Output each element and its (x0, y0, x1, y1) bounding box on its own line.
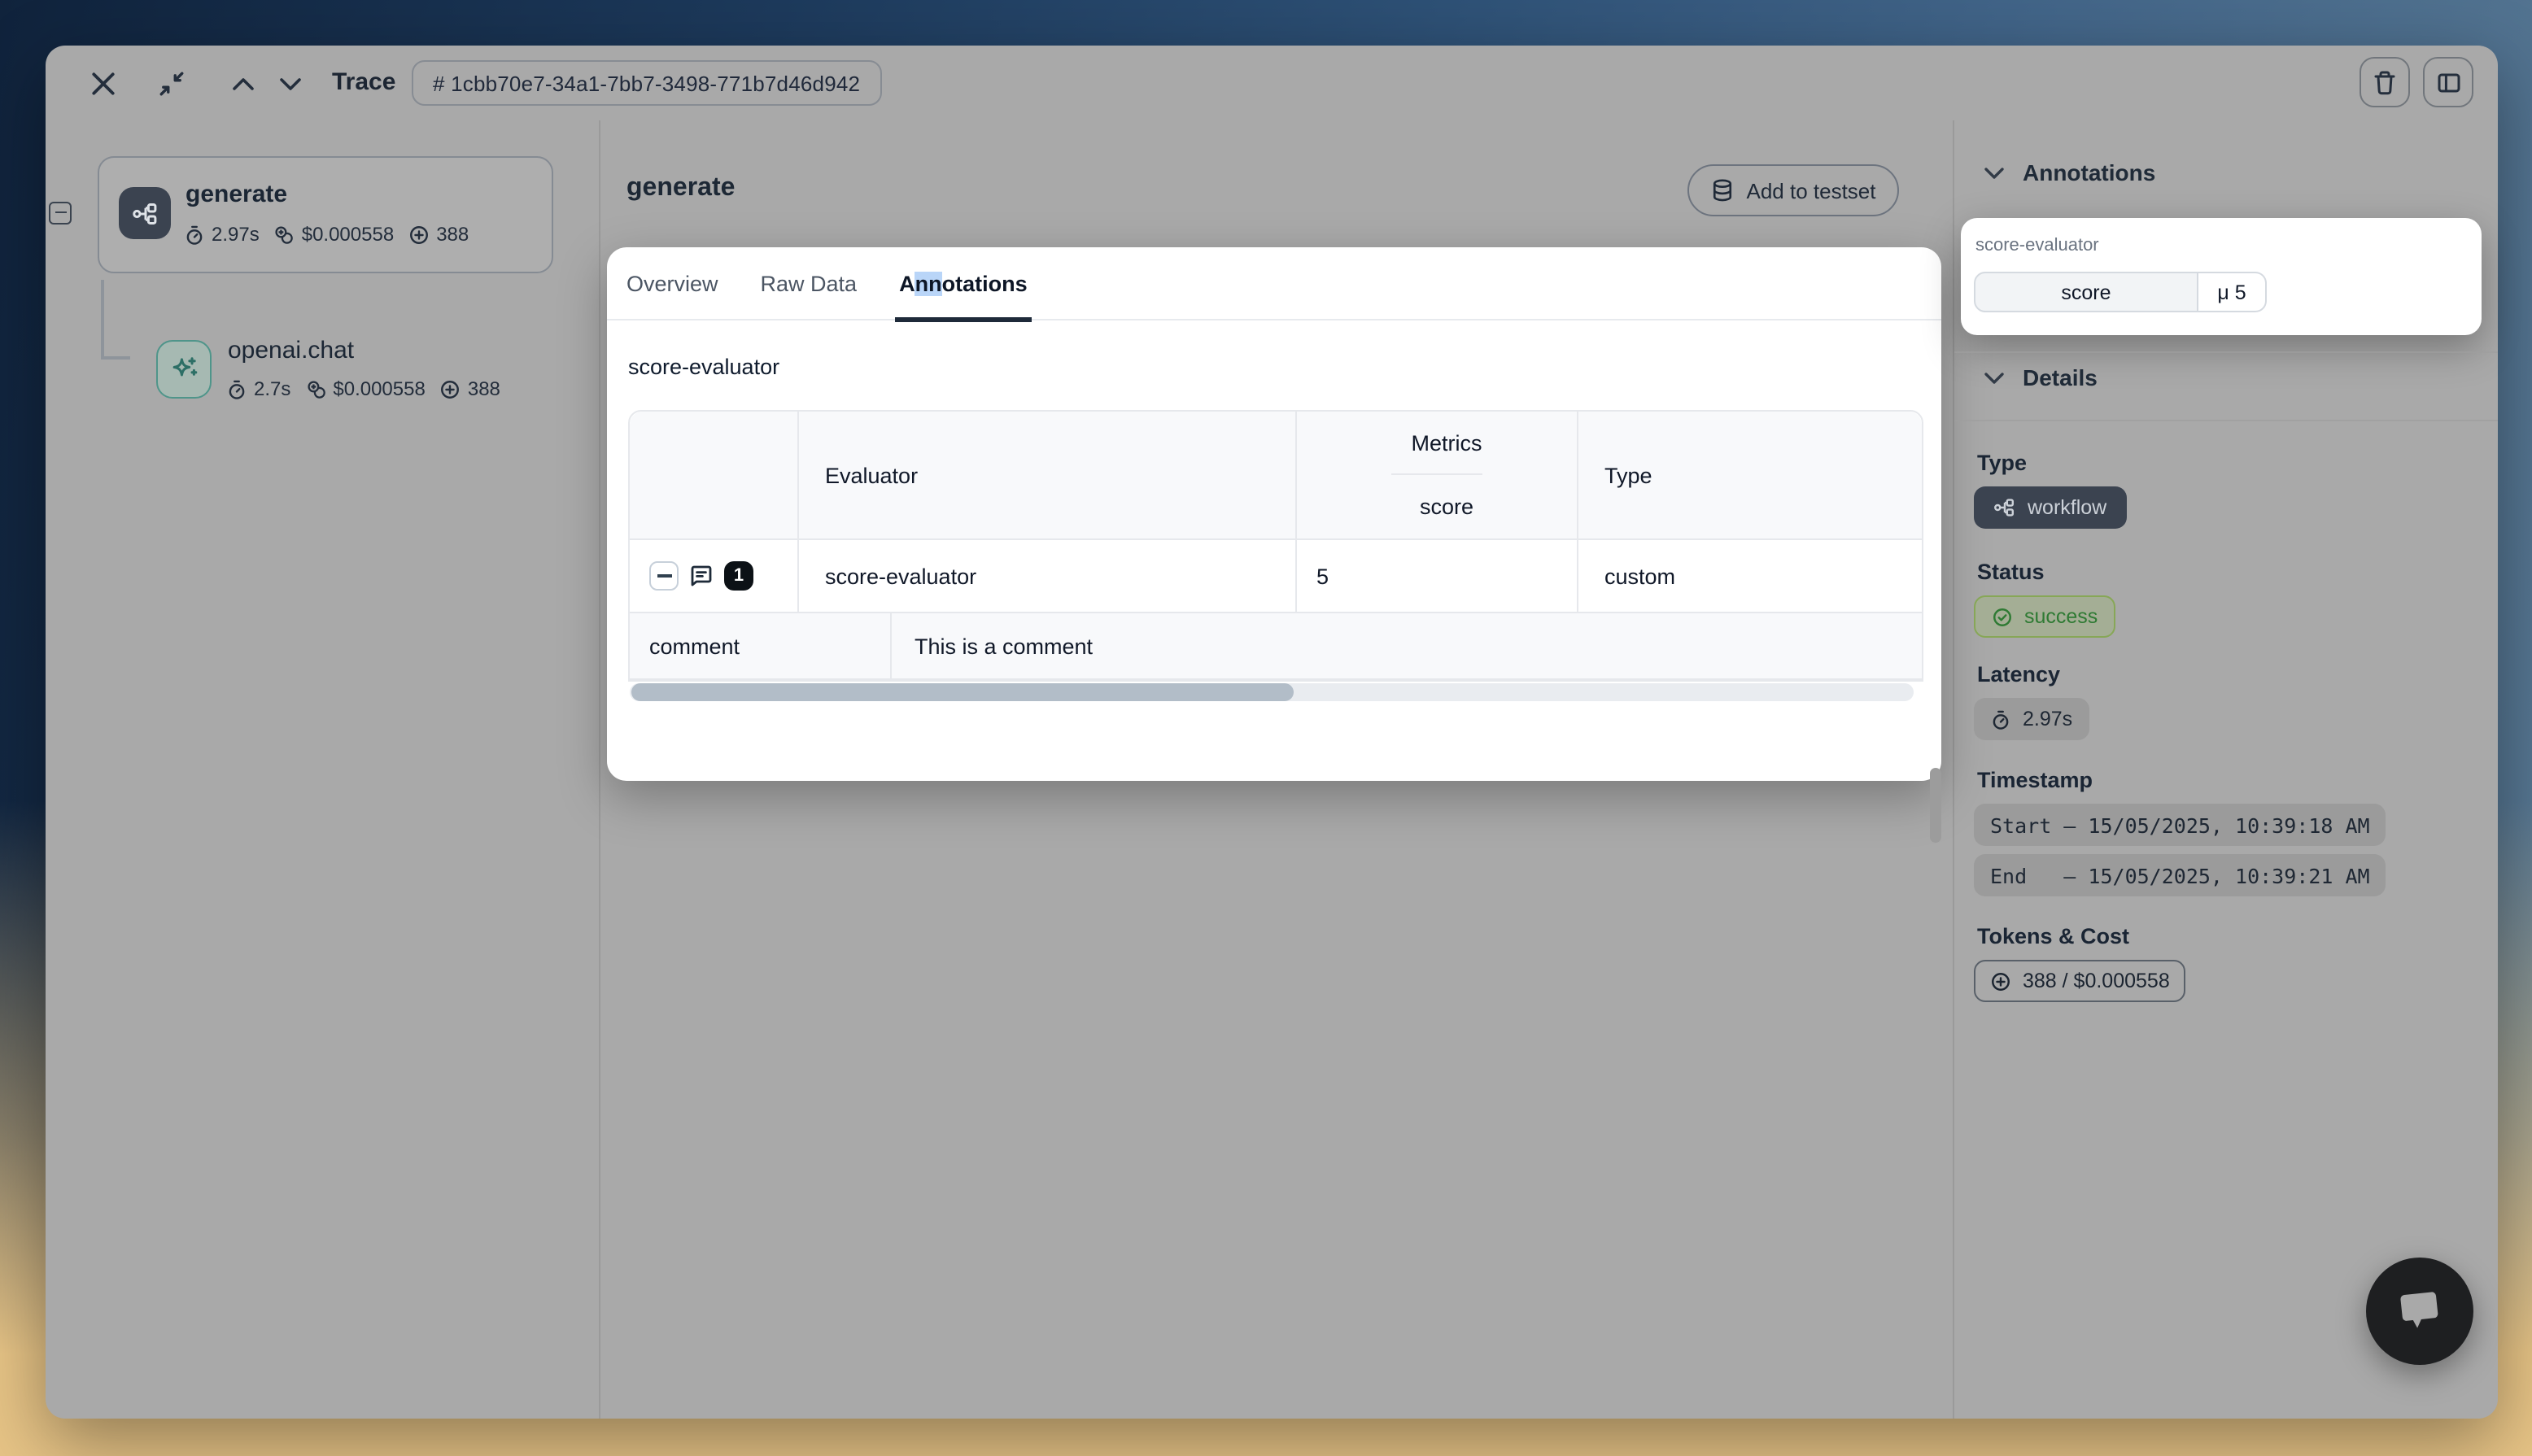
annotation-card-popover: score-evaluator score μ 5 (1961, 218, 2482, 335)
add-to-testset-button[interactable]: Add to testset (1687, 164, 1899, 216)
tokens-plus-circle-icon (1990, 970, 2011, 992)
stopwatch-icon (1990, 708, 2011, 730)
metric-name[interactable]: score (1974, 272, 2198, 312)
table-header-row: Evaluator Metrics score Type (630, 412, 1922, 538)
metric-aggregate[interactable]: μ 5 (2198, 272, 2267, 312)
tab-bar: Overview Raw Data Annotations (607, 247, 1941, 320)
horizontal-scrollbar-thumb[interactable] (631, 683, 1294, 701)
vertical-scrollbar-thumb[interactable] (1930, 768, 1941, 843)
comment-count-badge: 1 (724, 561, 753, 591)
timestamp-start-badge: Start – 15/05/2025, 10:39:18 AM (1974, 804, 2386, 846)
details-section-header[interactable]: Details (1984, 364, 2098, 390)
divider-main-sidebar (1953, 120, 1954, 1419)
header-controls (630, 412, 799, 538)
annotations-section-header[interactable]: Annotations (1984, 159, 2155, 185)
toggle-sidebar-button[interactable] (2423, 57, 2473, 107)
status-badge: success (1974, 595, 2115, 638)
text-selection: nn (915, 271, 942, 295)
annotations-table: Evaluator Metrics score Type (628, 410, 1923, 682)
comment-key: comment (630, 613, 892, 678)
tree-node-title: openai.chat (228, 337, 354, 364)
chevron-down-icon (1984, 165, 2005, 180)
tree-node-title: generate (186, 181, 287, 208)
trace-id-badge[interactable]: # 1cbb70e7-34a1-7bb7-3498-771b7d46d942 (412, 60, 881, 106)
divider-tree-main (599, 120, 600, 1419)
section-divider (1954, 351, 2498, 353)
trash-icon (2373, 69, 2397, 95)
next-span-chevron-down-icon[interactable] (278, 75, 303, 93)
workflow-node-icon (119, 187, 171, 239)
chevron-down-icon (1984, 370, 2005, 385)
comment-icon[interactable] (688, 563, 714, 589)
stopwatch-icon (226, 378, 247, 399)
llm-sparkles-icon (156, 340, 212, 399)
coins-icon (305, 378, 326, 399)
stopwatch-icon (184, 224, 205, 245)
drawer-title: Trace (332, 68, 395, 96)
span-detail-popover: Overview Raw Data Annotations score-eval… (607, 247, 1941, 781)
chat-bubble-icon (2390, 1283, 2450, 1340)
timestamp-end-badge: End – 15/05/2025, 10:39:21 AM (1974, 854, 2386, 896)
prev-span-chevron-up-icon[interactable] (231, 75, 255, 93)
span-title: generate (626, 174, 735, 203)
row-controls: 1 (630, 540, 799, 612)
table-row: 1 score-evaluator 5 custom (630, 538, 1922, 612)
close-icon[interactable] (89, 70, 117, 98)
tree-node-stats: 2.7s $0.000558 388 (226, 377, 500, 400)
header-evaluator: Evaluator (799, 412, 1297, 538)
tab-raw-data[interactable]: Raw Data (761, 246, 858, 320)
tree-connector-elbow (101, 356, 130, 359)
coins-icon (274, 224, 295, 245)
collapse-row-button[interactable] (649, 561, 679, 591)
annotation-evaluator-label: score-evaluator (1975, 236, 2099, 255)
comment-expanded-row: comment This is a comment (630, 612, 1922, 680)
annotation-metric-pill[interactable]: score μ 5 (1974, 272, 2267, 312)
cell-score: 5 (1297, 540, 1578, 612)
collapse-panel-icon[interactable] (158, 70, 186, 98)
workflow-icon (1993, 496, 2016, 519)
desktop-background: Trace # 1cbb70e7-34a1-7bb7-3498-771b7d46… (0, 0, 2532, 1456)
tokens-plus-circle-icon (408, 224, 430, 245)
header-type: Type (1578, 412, 1925, 538)
tokens-cost-label: Tokens & Cost (1977, 924, 2129, 948)
tree-node-stats: 2.97s $0.000558 388 (184, 223, 469, 246)
trace-drawer: Trace # 1cbb70e7-34a1-7bb7-3498-771b7d46… (46, 46, 2498, 1419)
evaluator-section-title: score-evaluator (628, 355, 779, 379)
tokens-cost-badge: 388 / $0.000558 (1974, 960, 2186, 1002)
status-label: Status (1977, 560, 2045, 584)
comment-value: This is a comment (892, 613, 1925, 678)
tree-node-openai-chat[interactable]: openai.chat 2.7s $0.000558 388 (156, 340, 553, 444)
header-metrics: Metrics score (1297, 412, 1578, 538)
tree-node-generate[interactable]: generate 2.97s $0.000558 388 (98, 156, 553, 273)
panel-layout-icon (2435, 69, 2461, 95)
tree-connector (101, 280, 103, 356)
type-badge: workflow (1974, 486, 2126, 529)
tab-overview[interactable]: Overview (626, 246, 718, 320)
tree-collapse-toggle[interactable] (49, 202, 72, 225)
timestamp-label: Timestamp (1977, 768, 2093, 792)
tab-annotations[interactable]: Annotations (899, 246, 1028, 320)
cell-evaluator: score-evaluator (799, 540, 1297, 612)
type-label: Type (1977, 451, 2027, 475)
database-icon (1711, 177, 1735, 203)
check-circle-icon (1992, 606, 2013, 627)
section-divider (1954, 420, 2498, 421)
tokens-plus-circle-icon (440, 378, 461, 399)
latency-badge: 2.97s (1974, 698, 2089, 740)
horizontal-scrollbar[interactable] (630, 683, 1914, 701)
support-chat-button[interactable] (2366, 1258, 2473, 1365)
cell-type: custom (1578, 540, 1925, 612)
delete-trace-button[interactable] (2360, 57, 2410, 107)
latency-label: Latency (1977, 662, 2060, 687)
